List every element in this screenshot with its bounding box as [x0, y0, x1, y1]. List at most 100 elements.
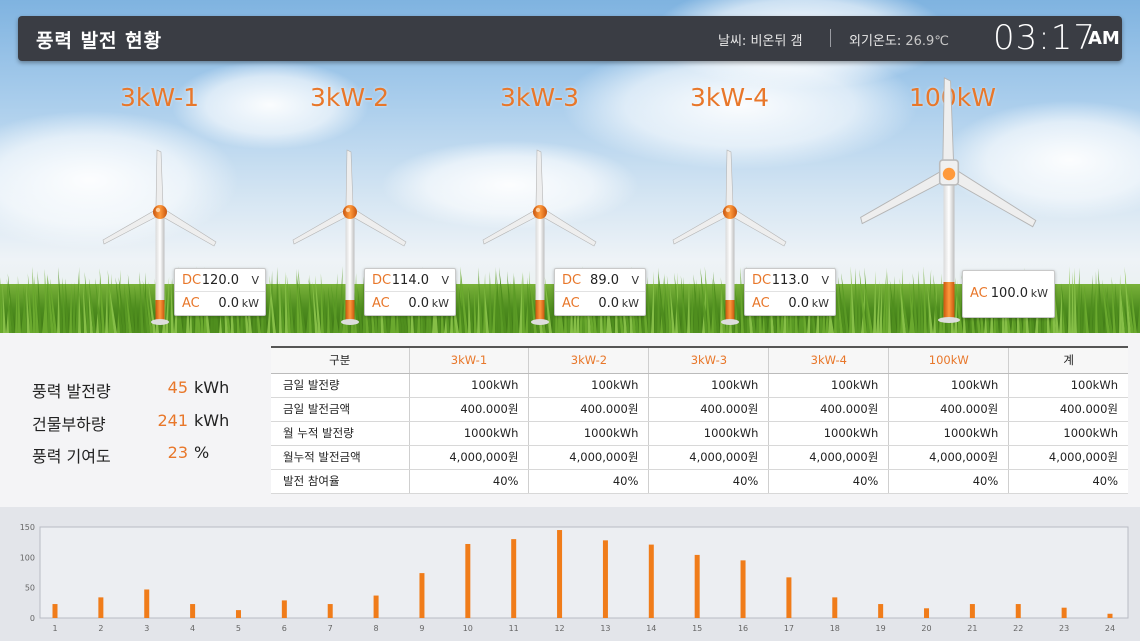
y-tick-label: 0: [30, 614, 35, 623]
table-cell: 400.000원: [888, 397, 1009, 422]
column-header: 3kW-2: [528, 346, 649, 374]
ac-value: 0.0: [408, 296, 429, 311]
summary-unit: kWh: [194, 411, 230, 430]
table-row: 발전 참여율 40% 40% 40% 40% 40% 40%: [271, 469, 1128, 494]
table-header-row: 구분 3kW-1 3kW-2 3kW-3 3kW-4 100kW 계: [271, 346, 1128, 374]
chart-bar: [924, 608, 930, 618]
temp-label: 외기온도:: [849, 34, 902, 49]
table-cell: 1000kWh: [408, 421, 529, 446]
ac-value: 0.0: [218, 296, 239, 311]
x-tick-label: 23: [1059, 624, 1069, 633]
x-tick-label: 16: [738, 624, 748, 633]
page-title: 풍력 발전 현황: [36, 30, 163, 52]
column-header: 구분: [271, 346, 409, 374]
ac-label: AC: [562, 296, 580, 311]
ac-readout: AC 100.0 kW: [963, 271, 1054, 317]
chart-bar: [648, 544, 654, 618]
x-tick-label: 10: [463, 624, 473, 633]
summary-section: 풍력 발전량 45 kWh 건물부하량 241 kWh 풍력 기여도 23 % …: [0, 333, 1140, 507]
weather-status: 날씨: 비온뒤 갬: [718, 30, 802, 49]
x-tick-label: 3: [144, 624, 149, 633]
turbine-label: 3kW-3: [500, 83, 580, 112]
x-tick-label: 7: [328, 624, 333, 633]
chart-bar: [740, 560, 746, 618]
table-cell: 1000kWh: [768, 421, 889, 446]
table-cell: 100kWh: [1008, 373, 1128, 398]
x-tick-label: 4: [190, 624, 195, 633]
table-cell: 4,000,000원: [888, 445, 1009, 470]
table-cell: 400.000원: [1008, 397, 1128, 422]
row-header-cell: 금일 발전량: [271, 373, 409, 398]
table-cell: 1000kWh: [888, 421, 1009, 446]
x-tick-label: 18: [830, 624, 840, 633]
table-cell: 40%: [528, 469, 649, 494]
hourly-chart-panel: 0 50 100 150 1 2 3 4 5 6 7 8 9 10 11 12 13 14 15 16 17 18 19 20…: [0, 507, 1140, 641]
chart-bar: [694, 554, 700, 618]
summary-value: 23: [167, 443, 188, 462]
dc-value: 114.0: [391, 273, 429, 288]
chart-bar: [419, 573, 425, 618]
table-cell: 100kWh: [888, 373, 1009, 398]
table-row: 월누적 발전금액 4,000,000원 4,000,000원 4,000,000원 4,…: [271, 445, 1128, 470]
dc-label: DC: [182, 273, 202, 288]
ac-value: 0.0: [788, 296, 809, 311]
ac-unit: kW: [1030, 287, 1048, 300]
outdoor-temperature: 외기온도: 26.9℃: [849, 30, 949, 49]
dc-label: DC: [372, 273, 392, 288]
chart-bar: [1015, 604, 1021, 618]
summary-label: 풍력 발전량: [32, 382, 111, 401]
chart-bar: [327, 604, 333, 618]
x-tick-label: 8: [374, 624, 379, 633]
turbine-label: 3kW-1: [120, 83, 200, 112]
table-cell: 40%: [408, 469, 529, 494]
hourly-generation-chart: 0501001501 2 3 4 5 6 7 8 9 10 11 12 13 14 15 16 17 18 19 20…: [20, 523, 1129, 633]
summary-label: 풍력 기여도: [32, 447, 111, 466]
chart-bar: [281, 600, 287, 618]
table-row: 월 누적 발전량 1000kWh 1000kWh 1000kWh 1000kWh 1000…: [271, 421, 1128, 446]
row-header-cell: 금일 발전금액: [271, 397, 409, 422]
x-tick-label: 19: [876, 624, 886, 633]
chart-bar: [465, 543, 471, 618]
column-header: 계: [1008, 346, 1128, 374]
column-header: 3kW-3: [648, 346, 769, 374]
clock-time: 03:17: [993, 18, 1096, 58]
turbine-readout: AC 100.0 kW: [962, 270, 1055, 318]
turbine-label: 3kW-4: [690, 83, 770, 112]
summary-label: 건물부하량: [32, 415, 106, 434]
column-header: 3kW-1: [408, 346, 529, 374]
header-bar: 풍력 발전 현황 날씨: 비온뒤 갬 외기온도: 26.9℃ 03:17 AM: [18, 16, 1122, 61]
dc-label: DC: [562, 273, 582, 288]
x-tick-label: 9: [419, 624, 424, 633]
x-tick-label: 15: [692, 624, 702, 633]
chart-bar: [235, 610, 241, 618]
dc-value: 120.0: [201, 273, 239, 288]
table-cell: 1000kWh: [648, 421, 769, 446]
table-cell: 100kWh: [648, 373, 769, 398]
row-header-cell: 월 누적 발전량: [271, 421, 409, 446]
chart-bar: [1061, 607, 1067, 618]
table-cell: 40%: [768, 469, 889, 494]
dc-readout: DC 113.0 V: [745, 269, 835, 292]
x-tick-label: 21: [967, 624, 977, 633]
x-tick-label: 20: [921, 624, 931, 633]
x-tick-label: 13: [600, 624, 610, 633]
table-cell: 400.000원: [408, 397, 529, 422]
clock-ampm: AM: [1088, 28, 1120, 49]
ac-value: 100.0: [990, 286, 1028, 301]
chart-bar: [144, 589, 150, 618]
column-header: 3kW-4: [768, 346, 889, 374]
x-tick-label: 6: [282, 624, 287, 633]
y-tick-label: 150: [20, 523, 35, 532]
dc-unit: V: [821, 274, 829, 287]
chart-bar: [190, 604, 196, 618]
x-tick-label: 1: [52, 624, 57, 633]
summary-unit: %: [194, 443, 210, 462]
turbine-scene: 3kW-1 DC 120.0 V AC 0.0 kW 3kW-2 DC 114.0 V AC 0.0 kW…: [0, 0, 1140, 333]
x-tick-label: 5: [236, 624, 241, 633]
x-tick-label: 12: [554, 624, 564, 633]
summary-value: 241: [157, 411, 188, 430]
table-cell: 100kWh: [528, 373, 649, 398]
table-cell: 1000kWh: [1008, 421, 1128, 446]
weather-value: 비온뒤 갬: [750, 34, 803, 49]
table-cell: 4,000,000원: [768, 445, 889, 470]
